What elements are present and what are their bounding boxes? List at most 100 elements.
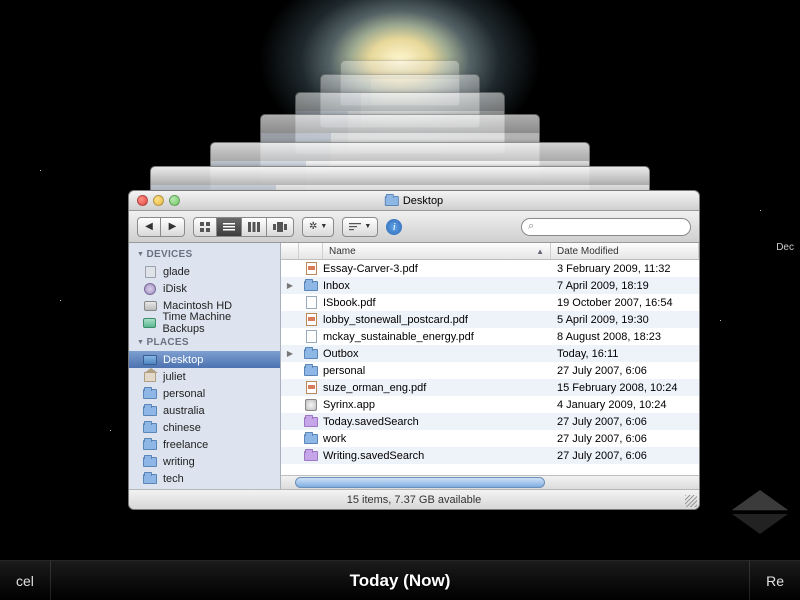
action-menu-button[interactable]: ✲▼: [302, 217, 334, 237]
file-name: Writing.savedSearch: [323, 450, 551, 462]
file-row[interactable]: ▶ OutboxToday, 16:11: [281, 345, 699, 362]
srch-icon: [304, 417, 318, 427]
sidebar-item-writing[interactable]: writing: [129, 453, 280, 470]
file-name: ISbook.pdf: [323, 297, 551, 309]
sidebar-item-australia[interactable]: australia: [129, 402, 280, 419]
file-row[interactable]: Writing.savedSearch27 July 2007, 6:06: [281, 447, 699, 464]
file-row[interactable]: ▶Inbox7 April 2009, 18:19: [281, 277, 699, 294]
sidebar-item-idisk[interactable]: iDisk: [129, 280, 280, 297]
sidebar-item-chinese[interactable]: chinese: [129, 419, 280, 436]
file-date: 8 August 2008, 18:23: [551, 331, 699, 343]
pdf-icon: [306, 381, 317, 394]
toolbar: ◀ ▶ ✲▼ ▼ i ⌕: [129, 211, 699, 243]
status-text: 15 items, 7.37 GB available: [347, 494, 482, 506]
file-name: mckay_sustainable_energy.pdf: [323, 331, 551, 343]
file-name: suze_orman_eng.pdf: [323, 382, 551, 394]
sidebar-item-time-machine-backups[interactable]: Time Machine Backups: [129, 314, 280, 331]
folder-icon: [304, 366, 318, 376]
folder-icon: [304, 281, 318, 291]
file-date: 7 April 2009, 18:19: [551, 280, 699, 292]
file-date: 19 October 2007, 16:54: [551, 297, 699, 309]
view-icon-button[interactable]: [193, 217, 217, 237]
sidebar-item-desktop[interactable]: Desktop: [129, 351, 280, 368]
file-row[interactable]: Essay-Carver-3.pdf3 February 2009, 11:32: [281, 260, 699, 277]
file-date: 3 February 2009, 11:32: [551, 263, 699, 275]
pdf-icon: [306, 313, 317, 326]
folder-icon: [304, 349, 318, 359]
file-list-area: Name▲ Date Modified Essay-Carver-3.pdf3 …: [281, 243, 699, 489]
file-row[interactable]: suze_orman_eng.pdf15 February 2008, 10:2…: [281, 379, 699, 396]
sidebar-item-glade[interactable]: glade: [129, 263, 280, 280]
file-name: personal: [323, 365, 551, 377]
tm-icon: [143, 318, 156, 328]
file-name: Outbox: [323, 348, 551, 360]
disclosure-triangle-icon[interactable]: ▶: [281, 281, 299, 290]
minimize-button[interactable]: [153, 195, 164, 206]
file-row[interactable]: Syrinx.app4 January 2009, 10:24: [281, 396, 699, 413]
file-row[interactable]: mckay_sustainable_energy.pdf8 August 200…: [281, 328, 699, 345]
folder-icon: [143, 440, 157, 450]
folder-icon: [385, 196, 399, 206]
desktop-icon: [143, 355, 157, 365]
view-column-button[interactable]: [242, 217, 267, 237]
sidebar-section-devices[interactable]: DEVICES: [129, 243, 280, 263]
file-row[interactable]: ISbook.pdf19 October 2007, 16:54: [281, 294, 699, 311]
sidebar: DEVICES gladeiDiskMacintosh HDTime Machi…: [129, 243, 281, 489]
home-icon: [144, 372, 156, 382]
status-bar: 15 items, 7.37 GB available: [129, 489, 699, 509]
sort-indicator-icon: ▲: [536, 247, 544, 256]
timeline-nav-arrows: [732, 490, 792, 550]
window-title: Desktop: [403, 195, 443, 207]
file-date: Today, 16:11: [551, 348, 699, 360]
disk-icon: [144, 301, 157, 311]
resize-handle[interactable]: [685, 495, 697, 507]
timeline-bar: cel Today (Now) Re: [0, 560, 800, 600]
restore-button[interactable]: Re: [749, 561, 800, 600]
sidebar-item-freelance[interactable]: freelance: [129, 436, 280, 453]
folder-icon: [143, 423, 157, 433]
file-date: 27 July 2007, 6:06: [551, 365, 699, 377]
column-expand[interactable]: [281, 243, 299, 259]
horizontal-scrollbar[interactable]: [281, 475, 699, 489]
zoom-button[interactable]: [169, 195, 180, 206]
view-list-button[interactable]: [217, 217, 242, 237]
column-headers: Name▲ Date Modified: [281, 243, 699, 260]
idisk-icon: [144, 283, 156, 295]
file-row[interactable]: lobby_stonewall_postcard.pdf5 April 2009…: [281, 311, 699, 328]
sidebar-item-personal[interactable]: personal: [129, 385, 280, 402]
file-date: 27 July 2007, 6:06: [551, 433, 699, 445]
search-input[interactable]: [537, 221, 684, 233]
file-row[interactable]: Today.savedSearch27 July 2007, 6:06: [281, 413, 699, 430]
view-coverflow-button[interactable]: [267, 217, 294, 237]
arrange-menu-button[interactable]: ▼: [342, 217, 378, 237]
sidebar-item-juliet[interactable]: juliet: [129, 368, 280, 385]
info-button[interactable]: i: [386, 219, 402, 235]
column-name[interactable]: Name▲: [323, 243, 551, 259]
folder-icon: [143, 457, 157, 467]
file-date: 15 February 2008, 10:24: [551, 382, 699, 394]
file-date: 27 July 2007, 6:06: [551, 416, 699, 428]
timeline-forward-arrow[interactable]: [732, 514, 788, 534]
scrollbar-thumb[interactable]: [295, 477, 545, 488]
disclosure-triangle-icon[interactable]: ▶: [281, 349, 299, 358]
column-date[interactable]: Date Modified: [551, 243, 699, 259]
timeline-back-arrow[interactable]: [732, 490, 788, 510]
search-field[interactable]: ⌕: [521, 218, 691, 236]
column-icon[interactable]: [299, 243, 323, 259]
back-button[interactable]: ◀: [137, 217, 161, 237]
mac-icon: [145, 266, 156, 278]
file-row[interactable]: work27 July 2007, 6:06: [281, 430, 699, 447]
srch-icon: [304, 451, 318, 461]
cancel-button[interactable]: cel: [0, 561, 51, 600]
file-name: Essay-Carver-3.pdf: [323, 263, 551, 275]
sidebar-item-tech[interactable]: tech: [129, 470, 280, 487]
close-button[interactable]: [137, 195, 148, 206]
arrange-icon: [349, 223, 361, 231]
forward-button[interactable]: ▶: [161, 217, 185, 237]
search-icon: ⌕: [528, 220, 534, 233]
folder-icon: [143, 389, 157, 399]
titlebar[interactable]: Desktop: [129, 191, 699, 211]
file-row[interactable]: personal27 July 2007, 6:06: [281, 362, 699, 379]
pdf-icon: [306, 262, 317, 275]
doc-icon: [306, 296, 317, 309]
